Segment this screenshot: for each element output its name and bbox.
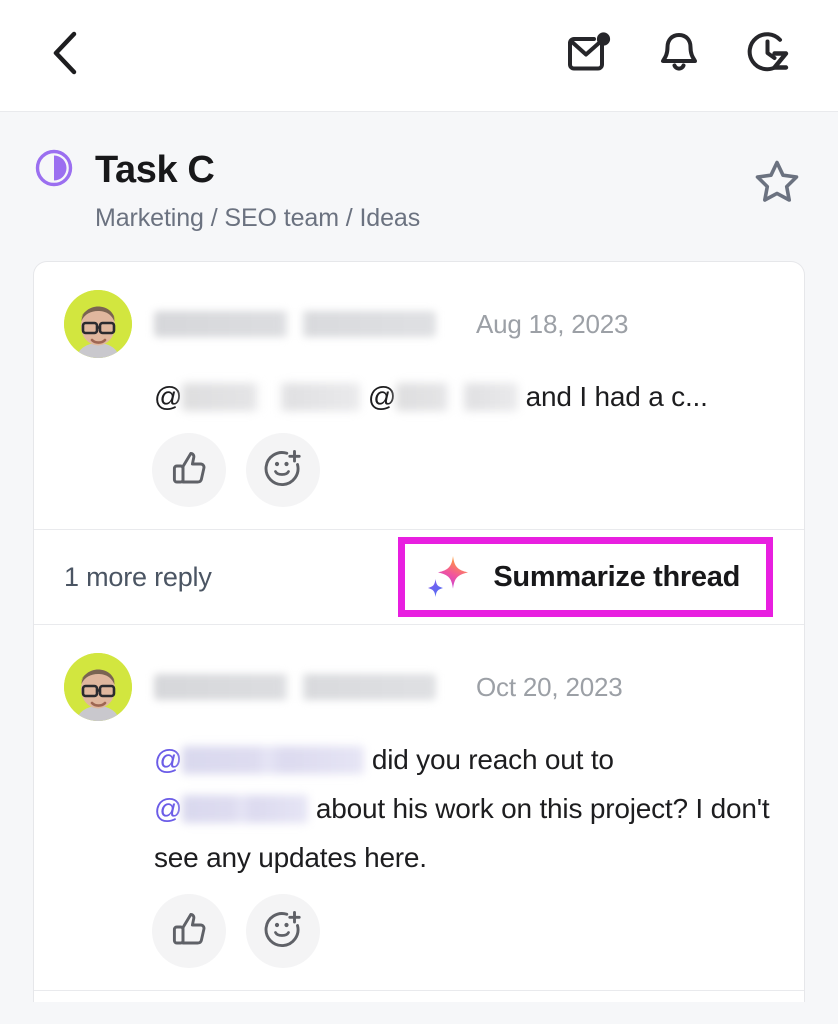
summarize-thread-label: Summarize thread <box>493 560 740 593</box>
thumbs-up-icon <box>171 911 207 952</box>
thumbs-up-icon <box>171 450 207 491</box>
mention[interactable]: @ <box>154 381 361 412</box>
task-header-main: Task C Marketing / SEO team / Ideas <box>34 148 750 233</box>
reaction-bar <box>64 433 774 507</box>
notifications-button[interactable] <box>656 33 702 79</box>
ai-sparkle-icon <box>423 552 473 602</box>
mention-redacted <box>396 383 519 411</box>
favorite-star-button[interactable] <box>750 156 804 210</box>
add-reaction-icon <box>264 449 302 492</box>
comment-text-segment: did you reach out to <box>371 744 614 775</box>
comment: Aug 18, 2023 @ @ and I had a c... <box>34 262 804 529</box>
task-status-toggle[interactable] <box>34 148 74 193</box>
top-app-bar <box>0 0 838 112</box>
mention[interactable]: @ <box>154 744 365 775</box>
breadcrumb[interactable]: Marketing / SEO team / Ideas <box>95 204 750 233</box>
summarize-thread-highlight: Summarize thread <box>398 537 773 617</box>
comment-text-segment: and I had a c... <box>525 381 708 412</box>
comment-text: @ @ and I had a c... <box>64 372 774 421</box>
comment-author-redacted <box>154 674 436 700</box>
add-reaction-icon <box>264 910 302 953</box>
chevron-left-icon <box>49 30 83 81</box>
comment-author-redacted <box>154 311 436 337</box>
page-title: Task C <box>95 149 215 191</box>
like-reaction-button[interactable] <box>152 433 226 507</box>
bell-icon <box>659 31 699 80</box>
like-reaction-button[interactable] <box>152 894 226 968</box>
comment-text: @ did you reach out to @ about his work … <box>64 735 774 882</box>
comment-header: Aug 18, 2023 <box>64 290 774 358</box>
mention-redacted <box>182 746 365 774</box>
more-replies-link[interactable]: 1 more reply <box>64 562 212 593</box>
mention-redacted <box>182 383 361 411</box>
add-reaction-button[interactable] <box>246 894 320 968</box>
mention[interactable]: @ <box>154 793 309 824</box>
thread-card: Aug 18, 2023 @ @ and I had a c... 1 more… <box>33 261 805 1002</box>
mention-redacted <box>182 795 309 823</box>
comment-header: Oct 20, 2023 <box>64 653 774 721</box>
back-button[interactable] <box>40 30 92 82</box>
add-reaction-button[interactable] <box>246 433 320 507</box>
inbox-envelope-icon <box>566 32 612 79</box>
avatar[interactable] <box>64 653 132 721</box>
clock-snooze-icon <box>747 31 791 80</box>
snooze-button[interactable] <box>746 31 792 80</box>
comment: Oct 20, 2023 @ did you reach out to @ ab… <box>34 625 804 990</box>
thread-replies-bar: 1 more reply Summarize thread <box>34 529 804 625</box>
page-body: Task C Marketing / SEO team / Ideas Aug … <box>0 112 838 1024</box>
task-title-row: Task C <box>34 148 750 193</box>
comment-date: Aug 18, 2023 <box>476 308 629 339</box>
comment-date: Oct 20, 2023 <box>476 671 623 702</box>
avatar[interactable] <box>64 290 132 358</box>
topbar-actions <box>566 31 800 80</box>
task-header: Task C Marketing / SEO team / Ideas <box>0 112 838 261</box>
thread-divider <box>34 990 804 1002</box>
inbox-button[interactable] <box>566 32 612 79</box>
star-outline-icon <box>753 157 801 210</box>
reaction-bar <box>64 894 774 968</box>
half-circle-progress-icon <box>34 148 74 193</box>
mention[interactable]: @ <box>368 381 519 412</box>
summarize-thread-button[interactable]: Summarize thread <box>423 552 740 602</box>
